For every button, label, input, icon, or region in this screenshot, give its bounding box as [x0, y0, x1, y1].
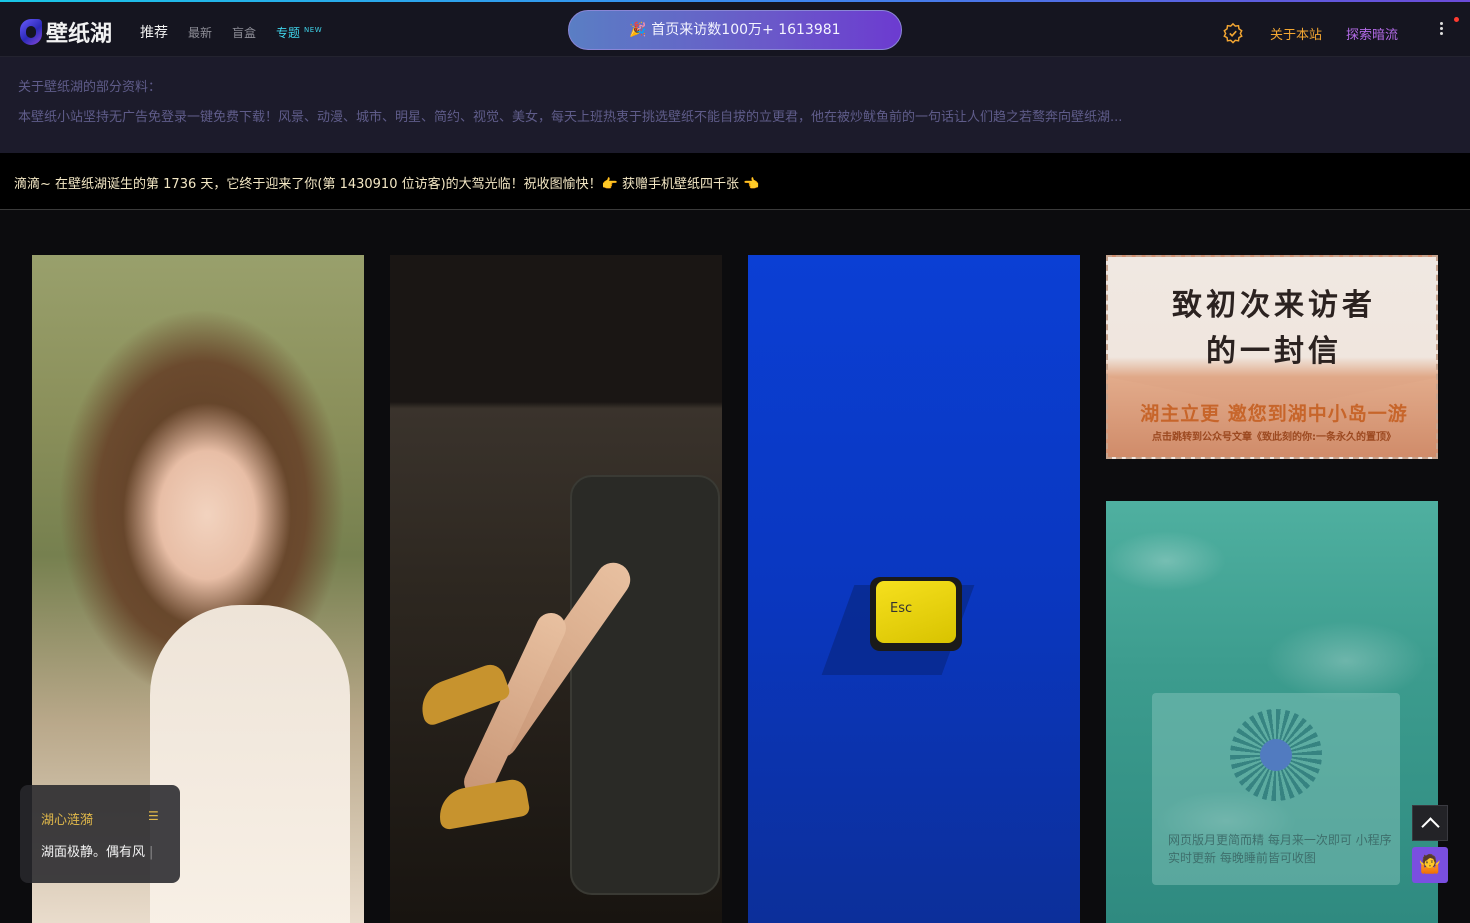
welcome-bar: 滴滴~ 在壁纸湖诞生的第 1736 天，它终于迎来了你(第 1430910 位访…	[0, 153, 1470, 210]
tab-recommend[interactable]: 推荐	[140, 22, 168, 42]
poem-line: 湖面极静。偶有风	[41, 841, 153, 860]
tab-blind-box[interactable]: 盲盒	[232, 24, 256, 41]
more-menu-icon[interactable]	[1432, 17, 1459, 42]
letter-title-line1: 致初次来访者	[1172, 288, 1376, 323]
wallpaper-card-letter[interactable]: 致初次来访者 的一封信 湖主立更 邀您到湖中小岛一游 点击跳转到公众号文章《致此…	[1106, 255, 1438, 459]
letter-subtitle: 湖主立更 邀您到湖中小岛一游	[1140, 403, 1408, 425]
site-info-panel: 关于壁纸湖的部分资料： 本壁纸小站坚持无广告免登录一键免费下载！风景、动漫、城市…	[0, 57, 1470, 153]
notification-dot	[1454, 17, 1459, 22]
tab-topics-label: 专题	[276, 26, 301, 40]
qr-code-icon	[1230, 709, 1322, 801]
letter-note: 点击跳转到公众号文章《致此刻的你:一条永久的置顶》	[1152, 432, 1396, 443]
poem-title: 湖心涟漪	[41, 813, 94, 828]
qr-overlay[interactable]: 网页版月更简而精 每月来一次即可 小程序实时更新 每晚睡前皆可收图	[1152, 693, 1400, 885]
site-logo[interactable]: 壁纸湖	[20, 16, 112, 48]
info-title: 关于壁纸湖的部分资料：	[18, 80, 162, 95]
wallpaper-card-sneakers[interactable]	[390, 255, 722, 923]
esc-key-image: Esc	[870, 577, 962, 651]
nav-tabs: 推荐 最新 盲盒 专题 NEW	[140, 22, 342, 42]
portrait-image	[150, 605, 350, 923]
verified-badge-icon[interactable]	[1222, 22, 1244, 44]
qr-text: 网页版月更简而精 每月来一次即可 小程序实时更新 每晚睡前皆可收图	[1168, 833, 1392, 865]
logo-icon	[20, 19, 42, 45]
tab-latest[interactable]: 最新	[188, 24, 212, 41]
poem-widget: 湖心涟漪 ☰ 湖面极静。偶有风	[20, 785, 180, 883]
new-badge: NEW	[304, 26, 323, 34]
wallpaper-card-esc-key[interactable]: Esc	[748, 255, 1080, 923]
sneakers-image-shoe	[435, 777, 531, 831]
avatar-shortcut-button[interactable]: 🤷	[1412, 847, 1448, 883]
letter-title: 致初次来访者 的一封信	[1108, 283, 1436, 375]
info-text: 本壁纸小站坚持无广告免登录一键免费下载！风景、动漫、城市、明星、简约、视觉、美女…	[18, 110, 1123, 125]
letter-title-line2: 的一封信	[1206, 334, 1342, 369]
explore-link[interactable]: 探索暗流	[1346, 24, 1398, 43]
poem-menu-icon[interactable]: ☰	[148, 809, 159, 823]
welcome-text[interactable]: 滴滴~ 在壁纸湖诞生的第 1736 天，它终于迎来了你(第 1430910 位访…	[14, 173, 759, 192]
qr-logo	[1260, 739, 1292, 771]
top-navbar: 壁纸湖 推荐 最新 盲盒 专题 NEW 🎉 首页来访数100万+ 1613981 …	[0, 2, 1470, 57]
about-site-link[interactable]: 关于本站	[1270, 24, 1322, 43]
esc-key-cap: Esc	[876, 581, 956, 643]
back-to-top-button[interactable]	[1412, 805, 1448, 841]
sneakers-image	[570, 475, 720, 895]
logo-text: 壁纸湖	[46, 22, 113, 47]
visit-count-banner[interactable]: 🎉 首页来访数100万+ 1613981	[568, 10, 902, 50]
nav-right: 关于本站 探索暗流	[1222, 22, 1398, 44]
tab-topics[interactable]: 专题 NEW	[276, 24, 322, 41]
